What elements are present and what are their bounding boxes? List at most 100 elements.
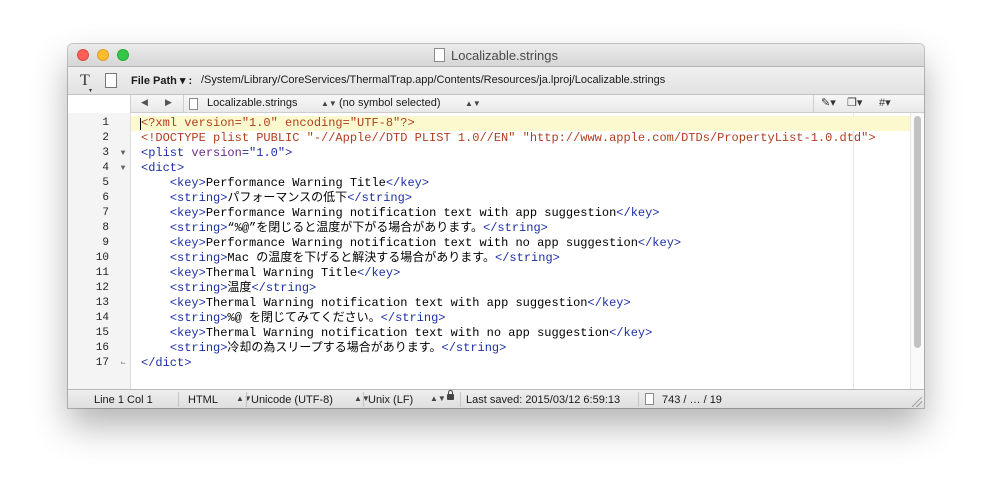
- code-line[interactable]: <string>温度</string>: [131, 281, 910, 296]
- file-path-label[interactable]: File Path ▾ :: [131, 74, 192, 87]
- line-number[interactable]: 17: [82, 356, 109, 371]
- code-line[interactable]: <key>Performance Warning notification te…: [131, 206, 910, 221]
- code-token-tag: <key>: [169, 236, 206, 250]
- code-token-tag: <string>: [169, 341, 228, 355]
- line-number[interactable]: 9: [82, 236, 109, 251]
- file-popup[interactable]: Localizable.strings: [207, 97, 298, 109]
- code-line[interactable]: <key>Thermal Warning Title</key>: [131, 266, 910, 281]
- vertical-scrollbar[interactable]: [910, 113, 924, 389]
- line-number[interactable]: 1: [82, 116, 109, 131]
- line-number[interactable]: 14: [82, 311, 109, 326]
- code-line[interactable]: <dict>: [131, 161, 910, 176]
- fold-triangle-icon[interactable]: ▼: [118, 146, 128, 161]
- code-line[interactable]: <!DOCTYPE plist PUBLIC "-//Apple//DTD PL…: [131, 131, 910, 146]
- line-endings-popup[interactable]: Unix (LF): [368, 394, 413, 406]
- line-number[interactable]: 12: [82, 281, 109, 296]
- scrollbar-thumb[interactable]: [914, 116, 921, 348]
- lock-icon[interactable]: [447, 390, 454, 400]
- line-number[interactable]: 2: [82, 131, 109, 146]
- code-line[interactable]: <?xml version="1.0" encoding="UTF-8"?>: [131, 116, 910, 131]
- line-number[interactable]: 11: [82, 266, 109, 281]
- line-number[interactable]: 15: [82, 326, 109, 341]
- code-line[interactable]: <key>Performance Warning notification te…: [131, 236, 910, 251]
- code-token-attr: version: [191, 146, 242, 160]
- code-line[interactable]: <string>パフォーマンスの低下</string>: [131, 191, 910, 206]
- code-token-tag: <plist: [141, 146, 192, 160]
- code-token-text: Performance Warning Title: [205, 176, 386, 190]
- code-line[interactable]: <key>Thermal Warning notification text w…: [131, 296, 910, 311]
- code-line[interactable]: <key>Performance Warning Title</key>: [131, 176, 910, 191]
- line-number[interactable]: 6: [82, 191, 109, 206]
- code-token-tag: </key>: [587, 296, 631, 310]
- code-lines[interactable]: <?xml version="1.0" encoding="UTF-8"?> <!…: [131, 116, 910, 371]
- editor-window: Localizable.strings T ▾ File Path ▾ : /Sy…: [68, 44, 924, 408]
- file-path-value: /System/Library/CoreServices/ThermalTrap…: [201, 74, 666, 86]
- line-endings-chevron-icon[interactable]: ▲▼: [430, 394, 446, 403]
- code-line[interactable]: <plist version="1.0">: [131, 146, 910, 161]
- file-document-icon[interactable]: [105, 73, 117, 88]
- code-token-tag: </key>: [637, 236, 682, 250]
- fold-end-icon[interactable]: ⌙: [118, 356, 128, 371]
- document-counts[interactable]: 743 / … / 19: [662, 394, 722, 406]
- resize-grip-icon[interactable]: [912, 397, 922, 407]
- code-token-tag: <dict>: [141, 161, 185, 175]
- code-line[interactable]: <string>冷却の為スリープする場合があります。</string>: [131, 341, 910, 356]
- line-number[interactable]: 4: [82, 161, 109, 176]
- code-editor[interactable]: <?xml version="1.0" encoding="UTF-8"?> <!…: [131, 113, 910, 389]
- code-line[interactable]: <key>Thermal Warning notification text w…: [131, 326, 910, 341]
- encoding-popup[interactable]: Unicode (UTF-8): [251, 394, 333, 406]
- code-token-text: Thermal Warning notification text with n…: [205, 326, 610, 340]
- line-number[interactable]: 10: [82, 251, 109, 266]
- status-bar: Line 1 Col 1 HTML ▲▼ Unicode (UTF-8) ▲▼ …: [68, 389, 924, 408]
- code-token-text: パフォーマンスの低下: [227, 191, 348, 205]
- code-token-tag: <string>: [169, 251, 228, 265]
- title-bar[interactable]: Localizable.strings: [68, 44, 924, 67]
- code-token-tag: </key>: [616, 206, 660, 220]
- line-number[interactable]: 7: [82, 206, 109, 221]
- code-line[interactable]: </dict>: [131, 356, 910, 371]
- window-title-text: Localizable.strings: [451, 48, 558, 63]
- file-popup-chevron-icon[interactable]: ▲▼: [321, 99, 337, 108]
- symbol-popup-chevron-icon[interactable]: ▲▼: [465, 99, 481, 108]
- code-token-tag: <string>: [169, 281, 228, 295]
- code-token-tag: <key>: [169, 296, 206, 310]
- code-line[interactable]: <string>Mac の温度を下げると解決する場合があります。</string…: [131, 251, 910, 266]
- symbol-popup[interactable]: (no symbol selected): [339, 97, 441, 109]
- cursor-position[interactable]: Line 1 Col 1: [94, 394, 153, 406]
- language-popup[interactable]: HTML: [188, 394, 218, 406]
- code-line[interactable]: <string>%@ を閉じてみてください。</string>: [131, 311, 910, 326]
- line-number-gutter[interactable]: 1 2 3 ▼ 4 ▼ 5 6 7 8 9 10 11 12 13 14 15 16 17 ⌙: [68, 113, 131, 389]
- code-token-tag: </string>: [483, 221, 548, 235]
- code-token-text: “%@”を閉じると温度が下がる場合があります。: [227, 221, 484, 235]
- code-token-tag: </key>: [357, 266, 401, 280]
- code-token-tag: </dict>: [141, 356, 192, 370]
- code-token-text: Performance Warning notification text wi…: [205, 236, 638, 250]
- code-token-tag: </string>: [495, 251, 560, 265]
- back-arrow-icon[interactable]: ◀: [141, 97, 148, 108]
- document-icon: [434, 48, 446, 62]
- hash-icon[interactable]: #▾: [879, 96, 891, 109]
- language-chevron-icon[interactable]: ▲▼: [236, 394, 252, 403]
- text-tool-icon[interactable]: T ▾: [80, 72, 92, 94]
- forward-arrow-icon[interactable]: ▶: [165, 97, 172, 108]
- last-saved: Last saved: 2015/03/12 6:59:13: [466, 394, 621, 406]
- line-number[interactable]: 13: [82, 296, 109, 311]
- document-copy-icon[interactable]: ❐▾: [847, 96, 862, 109]
- line-number[interactable]: 5: [82, 176, 109, 191]
- navigation-bar: ◀ ▶ Localizable.strings ▲▼ (no symbol se…: [130, 95, 924, 113]
- line-number[interactable]: 8: [82, 221, 109, 236]
- fold-triangle-icon[interactable]: ▼: [118, 161, 128, 176]
- pencil-icon[interactable]: ✎▾: [821, 96, 836, 109]
- code-line[interactable]: <string>“%@”を閉じると温度が下がる場合があります。</string>: [131, 221, 910, 236]
- code-token-tag: <string>: [169, 191, 228, 205]
- line-number[interactable]: 3: [82, 146, 109, 161]
- line-number[interactable]: 16: [82, 341, 109, 356]
- code-token-text: 温度: [227, 281, 252, 295]
